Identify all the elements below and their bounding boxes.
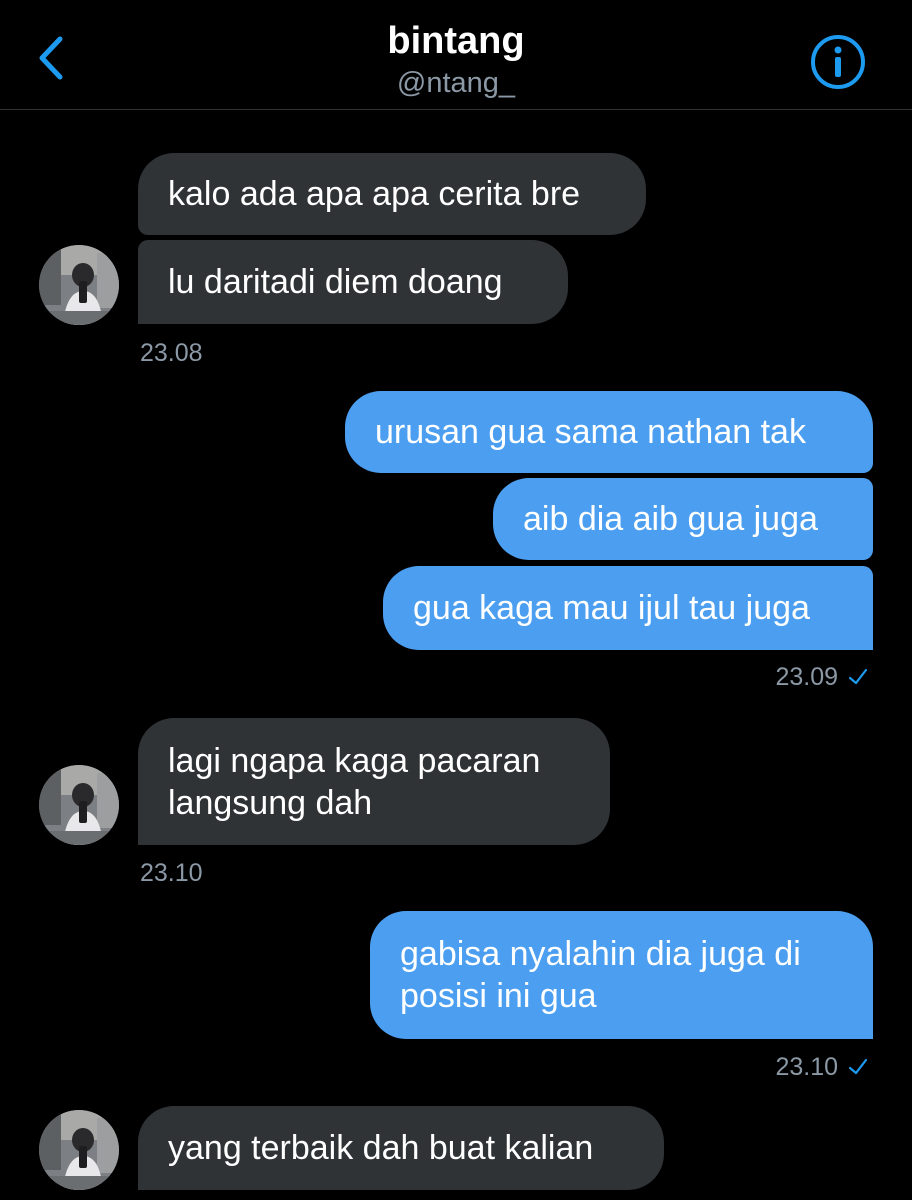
message-text: aib dia aib gua juga bbox=[523, 500, 818, 538]
message-text: gua kaga mau ijul tau juga bbox=[413, 589, 810, 627]
message-timestamp: 23.10 bbox=[775, 1053, 838, 1081]
message-timestamp-row: 23.09 bbox=[775, 662, 868, 692]
avatar-photo bbox=[39, 765, 119, 845]
contact-handle: @ntang_ bbox=[396, 67, 516, 99]
received-message-bubble[interactable]: lu daritadi diem doang bbox=[138, 240, 568, 324]
avatar-photo bbox=[39, 245, 119, 325]
avatar[interactable] bbox=[39, 765, 119, 845]
message-text: yang terbaik dah buat kalian bbox=[168, 1129, 594, 1167]
info-button[interactable] bbox=[808, 32, 868, 92]
received-message-bubble[interactable]: lagi ngapa kaga pacaran langsung dah bbox=[138, 718, 610, 845]
message-text-line: posisi ini gua bbox=[400, 977, 597, 1015]
checkmark-icon bbox=[848, 1058, 868, 1075]
info-circle-icon bbox=[811, 35, 865, 89]
dm-conversation-screen: bintang @ntang_ kalo ada apa apa cerita … bbox=[0, 0, 912, 1200]
message-timestamp-row: 23.10 bbox=[775, 1052, 868, 1082]
message-timestamp: 23.08 bbox=[140, 339, 203, 367]
sent-message-bubble[interactable]: gabisa nyalahin dia juga di posisi ini g… bbox=[370, 911, 873, 1039]
conversation-header: bintang @ntang_ bbox=[0, 0, 912, 110]
sent-message-bubble[interactable]: urusan gua sama nathan tak bbox=[345, 391, 873, 473]
sent-message-bubble[interactable]: gua kaga mau ijul tau juga bbox=[383, 566, 873, 650]
message-text-line: langsung dah bbox=[168, 783, 373, 822]
conversation-title-block[interactable]: bintang @ntang_ bbox=[0, 18, 912, 100]
received-message-bubble[interactable]: kalo ada apa apa cerita bre bbox=[138, 153, 646, 235]
message-text: urusan gua sama nathan tak bbox=[375, 413, 806, 451]
avatar-photo bbox=[39, 1110, 119, 1190]
contact-name: bintang bbox=[387, 20, 525, 62]
message-text-line: lagi ngapa kaga pacaran bbox=[168, 741, 541, 780]
avatar[interactable] bbox=[39, 1110, 119, 1190]
sent-message-bubble[interactable]: aib dia aib gua juga bbox=[493, 478, 873, 560]
message-timestamp: 23.10 bbox=[140, 859, 203, 887]
checkmark-icon bbox=[848, 668, 868, 685]
message-text: kalo ada apa apa cerita bre bbox=[168, 175, 581, 213]
message-text: lu daritadi diem doang bbox=[168, 263, 503, 301]
message-timestamp: 23.09 bbox=[775, 663, 838, 691]
message-text-line: gabisa nyalahin dia juga di bbox=[400, 935, 801, 973]
received-message-bubble[interactable]: yang terbaik dah buat kalian bbox=[138, 1106, 664, 1190]
avatar[interactable] bbox=[39, 245, 119, 325]
